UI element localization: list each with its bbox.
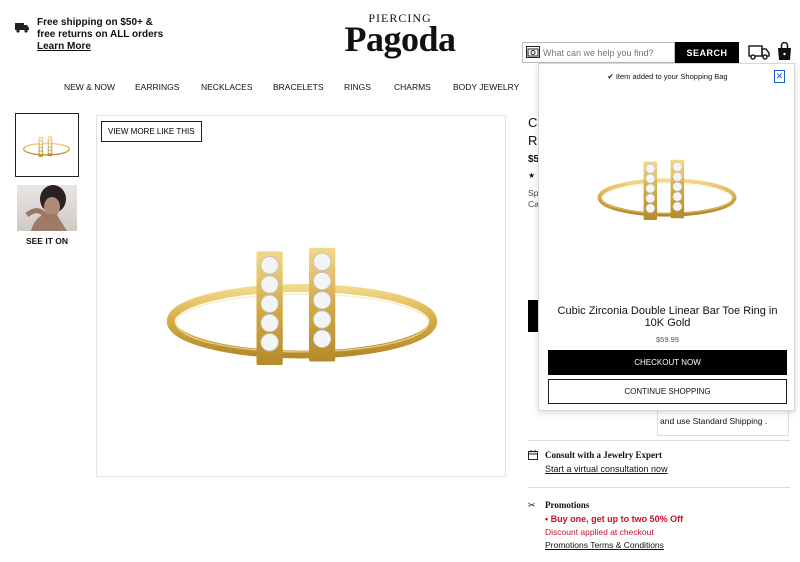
nav-item-body-jewelry[interactable]: BODY JEWELRY <box>453 82 519 92</box>
model-photo <box>17 185 77 231</box>
shipping-truck-icon[interactable] <box>748 44 770 60</box>
camera-icon[interactable] <box>526 46 540 58</box>
popup-product-name: Cubic Zirconia Double Linear Bar Toe Rin… <box>557 305 778 329</box>
added-to-bag-popup: ✔ Item added to your Shopping Bag ✕ Cubi… <box>538 63 795 411</box>
detail-fragment-1: Sp <box>528 188 539 198</box>
nav-item-necklaces[interactable]: NECKLACES <box>201 82 253 92</box>
nav-item-earrings[interactable]: EARRINGS <box>135 82 179 92</box>
thumbnail-see-it-on[interactable]: SEE IT ON <box>15 185 79 247</box>
nav-item-new[interactable]: NEW & NOW <box>64 82 115 92</box>
divider <box>528 487 790 488</box>
virtual-consultation-link[interactable]: Start a virtual consultation now <box>545 464 668 474</box>
checkout-now-button[interactable]: CHECKOUT NOW <box>548 350 787 375</box>
view-more-like-this-button[interactable]: VIEW MORE LIKE THIS <box>101 121 202 142</box>
nav-item-rings[interactable]: RINGS <box>344 82 371 92</box>
nav-item-charms[interactable]: CHARMS <box>394 82 431 92</box>
search-button[interactable]: SEARCH <box>675 42 739 63</box>
shopping-bag-icon[interactable] <box>777 42 792 61</box>
checkmark-icon: ✔ <box>607 72 614 81</box>
product-title-fragment: C <box>528 115 538 130</box>
thumbnail-ring[interactable] <box>15 113 79 177</box>
product-title-fragment-2: R <box>528 133 538 148</box>
popup-product-price: $59.99 <box>656 335 679 344</box>
popup-product-image <box>577 124 757 244</box>
continue-shopping-button[interactable]: CONTINUE SHOPPING <box>548 379 787 404</box>
rating-stars-fragment: ★ <box>528 171 536 180</box>
close-icon[interactable]: ✕ <box>774 70 785 83</box>
divider <box>528 440 790 441</box>
see-it-on-label: SEE IT ON <box>25 236 69 246</box>
consult-title: Consult with a Jewelry Expert <box>545 450 662 460</box>
ring-thumbnail-image <box>22 135 71 158</box>
scissors-icon: ✂ <box>528 500 536 510</box>
promo-offer-text: Buy one, get up to two 50% Off <box>550 514 684 524</box>
added-message-text: Item added to your Shopping Bag <box>615 72 728 81</box>
calendar-icon <box>528 450 538 460</box>
standard-shipping-text: and use Standard Shipping . <box>660 416 768 426</box>
added-message: ✔ Item added to your Shopping Bag <box>539 72 796 81</box>
ring-product-image <box>127 181 477 409</box>
promo-offer: • Buy one, get up to two 50% Off <box>545 514 684 524</box>
main-product-image[interactable]: VIEW MORE LIKE THIS <box>96 115 506 477</box>
promotions-terms-link[interactable]: Promotions Terms & Conditions <box>545 540 664 550</box>
search-input[interactable] <box>543 43 673 62</box>
nav-item-bracelets[interactable]: BRACELETS <box>273 82 324 92</box>
promotions-title: Promotions <box>545 500 590 510</box>
promo-discount-note: Discount applied at checkout <box>545 527 654 537</box>
